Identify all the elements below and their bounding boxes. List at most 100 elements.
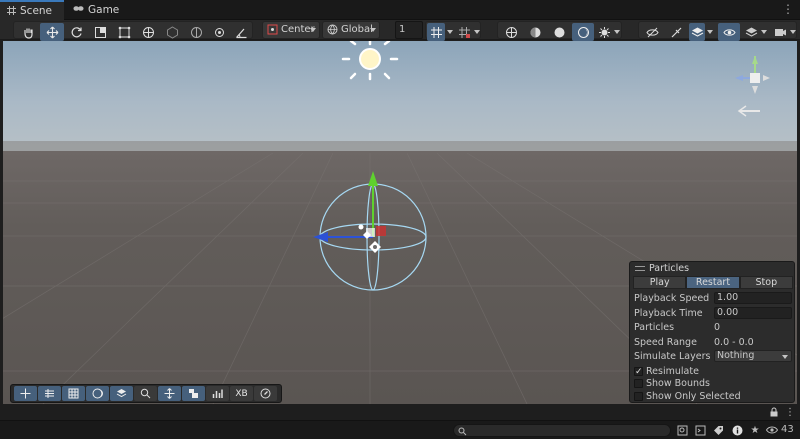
overlay-layers-icon[interactable] xyxy=(110,386,133,401)
console-icon[interactable] xyxy=(694,424,706,436)
pick-tool-icon[interactable] xyxy=(665,23,687,41)
particles-count-label: Particles xyxy=(634,322,675,333)
rect-tool-icon[interactable] xyxy=(112,23,136,41)
speed-range-label: Speed Range xyxy=(634,337,697,348)
restart-button[interactable]: Restart xyxy=(686,276,740,289)
playback-time-row: Playback Time 0.00 xyxy=(634,307,792,320)
search-input[interactable] xyxy=(453,424,671,437)
playback-buttons: Play Restart Stop xyxy=(633,276,793,289)
overlay-search-icon[interactable] xyxy=(134,386,157,401)
tab-bar: Scene Game ⋮ xyxy=(0,0,800,20)
overlay-camera-icon[interactable] xyxy=(182,386,205,401)
custom-tool-icon[interactable] xyxy=(184,23,208,41)
pivot-center-icon xyxy=(267,24,278,35)
particles-count-row: Particles 0 xyxy=(634,321,792,334)
xb-label: XB xyxy=(235,388,248,399)
lock-icon[interactable] xyxy=(768,406,780,418)
overlay-compass-icon[interactable] xyxy=(254,386,277,401)
simulate-layers-dropdown[interactable]: Nothing xyxy=(714,350,792,362)
show-only-selected-label: Show Only Selected xyxy=(646,391,741,402)
grid-snap-dropdown[interactable] xyxy=(445,23,454,41)
stop-button[interactable]: Stop xyxy=(739,276,793,289)
shaded-wireframe-icon[interactable] xyxy=(524,23,546,41)
layers-dropdown[interactable] xyxy=(705,23,714,41)
visibility-group xyxy=(638,21,797,41)
effects-icon[interactable] xyxy=(596,23,612,41)
simulate-layers-value: Nothing xyxy=(717,350,755,361)
particles-overlay-panel: Particles Play Restart Stop Playback Spe… xyxy=(629,261,795,403)
lighting-icon[interactable] xyxy=(572,23,594,41)
gizmo-tool-icon[interactable] xyxy=(208,23,230,41)
increment-snap-icon[interactable] xyxy=(456,23,472,41)
playback-speed-label: Playback Speed xyxy=(634,293,710,304)
pivot-mode-dropdown[interactable]: Center xyxy=(262,21,320,39)
increment-snap-dropdown[interactable] xyxy=(472,23,481,41)
move-tool-icon[interactable] xyxy=(40,23,64,41)
measure-tool-icon[interactable] xyxy=(230,23,252,41)
search-icon xyxy=(458,427,467,436)
overlay-toolbar: XB xyxy=(10,384,282,403)
simulate-layers-row: Simulate Layers Nothing xyxy=(634,350,792,363)
tab-game[interactable]: Game xyxy=(66,0,126,20)
status-bar: ★ 43 xyxy=(0,420,800,439)
pivot-rotation-value: Global xyxy=(341,24,373,35)
overlay-timeline-icon[interactable] xyxy=(38,386,61,401)
grid-icon xyxy=(7,6,16,15)
camera-settings-dropdown[interactable] xyxy=(788,23,797,41)
gizmos-dropdown[interactable] xyxy=(759,23,768,41)
scene-search-icon[interactable] xyxy=(676,424,688,436)
transform-tool-icon[interactable] xyxy=(136,23,160,41)
grid-snap-icon[interactable] xyxy=(427,23,445,41)
tag-icon[interactable] xyxy=(712,424,724,436)
playback-speed-field[interactable]: 1.00 xyxy=(714,292,792,304)
gizmos-visibility-icon[interactable] xyxy=(718,23,740,41)
pivot-rotation-dropdown[interactable]: Global xyxy=(322,21,380,39)
play-button[interactable]: Play xyxy=(633,276,687,289)
particles-panel-title: Particles xyxy=(649,263,690,274)
visibility-eye-icon[interactable] xyxy=(766,424,778,436)
tab-label: Scene xyxy=(20,5,53,17)
grid-snap-value: 1 xyxy=(399,24,406,35)
playback-speed-value: 1.00 xyxy=(717,292,739,303)
overlay-stats-icon[interactable] xyxy=(206,386,229,401)
overlay-grid-icon[interactable] xyxy=(62,386,85,401)
overlay-xb-button[interactable]: XB xyxy=(230,386,253,401)
drag-handle-icon[interactable] xyxy=(635,266,645,271)
grid-snap-input[interactable]: 1 xyxy=(395,21,423,39)
draw-mode-icon[interactable] xyxy=(500,23,522,41)
overlay-lighting-icon[interactable] xyxy=(86,386,109,401)
globe-icon xyxy=(327,24,338,35)
show-only-selected-row: Show Only Selected xyxy=(634,390,792,403)
show-bounds-label: Show Bounds xyxy=(646,378,711,389)
show-only-selected-checkbox[interactable] xyxy=(634,392,643,401)
playback-time-field[interactable]: 0.00 xyxy=(714,307,792,319)
kebab-menu-icon[interactable]: ⋮ xyxy=(782,2,794,16)
info-icon[interactable] xyxy=(731,424,743,436)
hidden-count-label: 43 xyxy=(781,424,794,435)
simulate-layers-label: Simulate Layers xyxy=(634,351,711,362)
camera-settings-icon[interactable] xyxy=(772,23,788,41)
shape-edit-tool-icon[interactable] xyxy=(160,23,184,41)
tab-scene[interactable]: Scene xyxy=(0,0,64,20)
resimulate-checkbox[interactable]: ✓ xyxy=(634,367,643,377)
particles-panel-header[interactable]: Particles xyxy=(630,262,794,275)
overlay-transform-icon[interactable] xyxy=(158,386,181,401)
scale-tool-icon[interactable] xyxy=(88,23,112,41)
shaded-icon[interactable] xyxy=(548,23,570,41)
show-bounds-checkbox[interactable] xyxy=(634,379,643,388)
hand-tool-icon[interactable] xyxy=(16,23,40,41)
speed-range-value: 0.0 - 0.0 xyxy=(714,337,754,348)
gizmos-icon[interactable] xyxy=(743,23,759,41)
playback-speed-row: Playback Speed 1.00 xyxy=(634,292,792,305)
playback-time-value: 0.00 xyxy=(717,307,739,318)
kebab-menu-icon[interactable]: ⋮ xyxy=(784,406,796,418)
window-footer: ⋮ xyxy=(0,404,800,420)
speed-range-row: Speed Range 0.0 - 0.0 xyxy=(634,336,792,349)
rotate-tool-icon[interactable] xyxy=(64,23,88,41)
layers-icon[interactable] xyxy=(689,23,705,41)
overlay-move-icon[interactable] xyxy=(14,386,37,401)
effects-dropdown[interactable] xyxy=(612,23,621,41)
snap-group xyxy=(425,21,481,41)
scene-visibility-icon[interactable] xyxy=(641,23,663,41)
star-icon[interactable]: ★ xyxy=(749,424,761,436)
